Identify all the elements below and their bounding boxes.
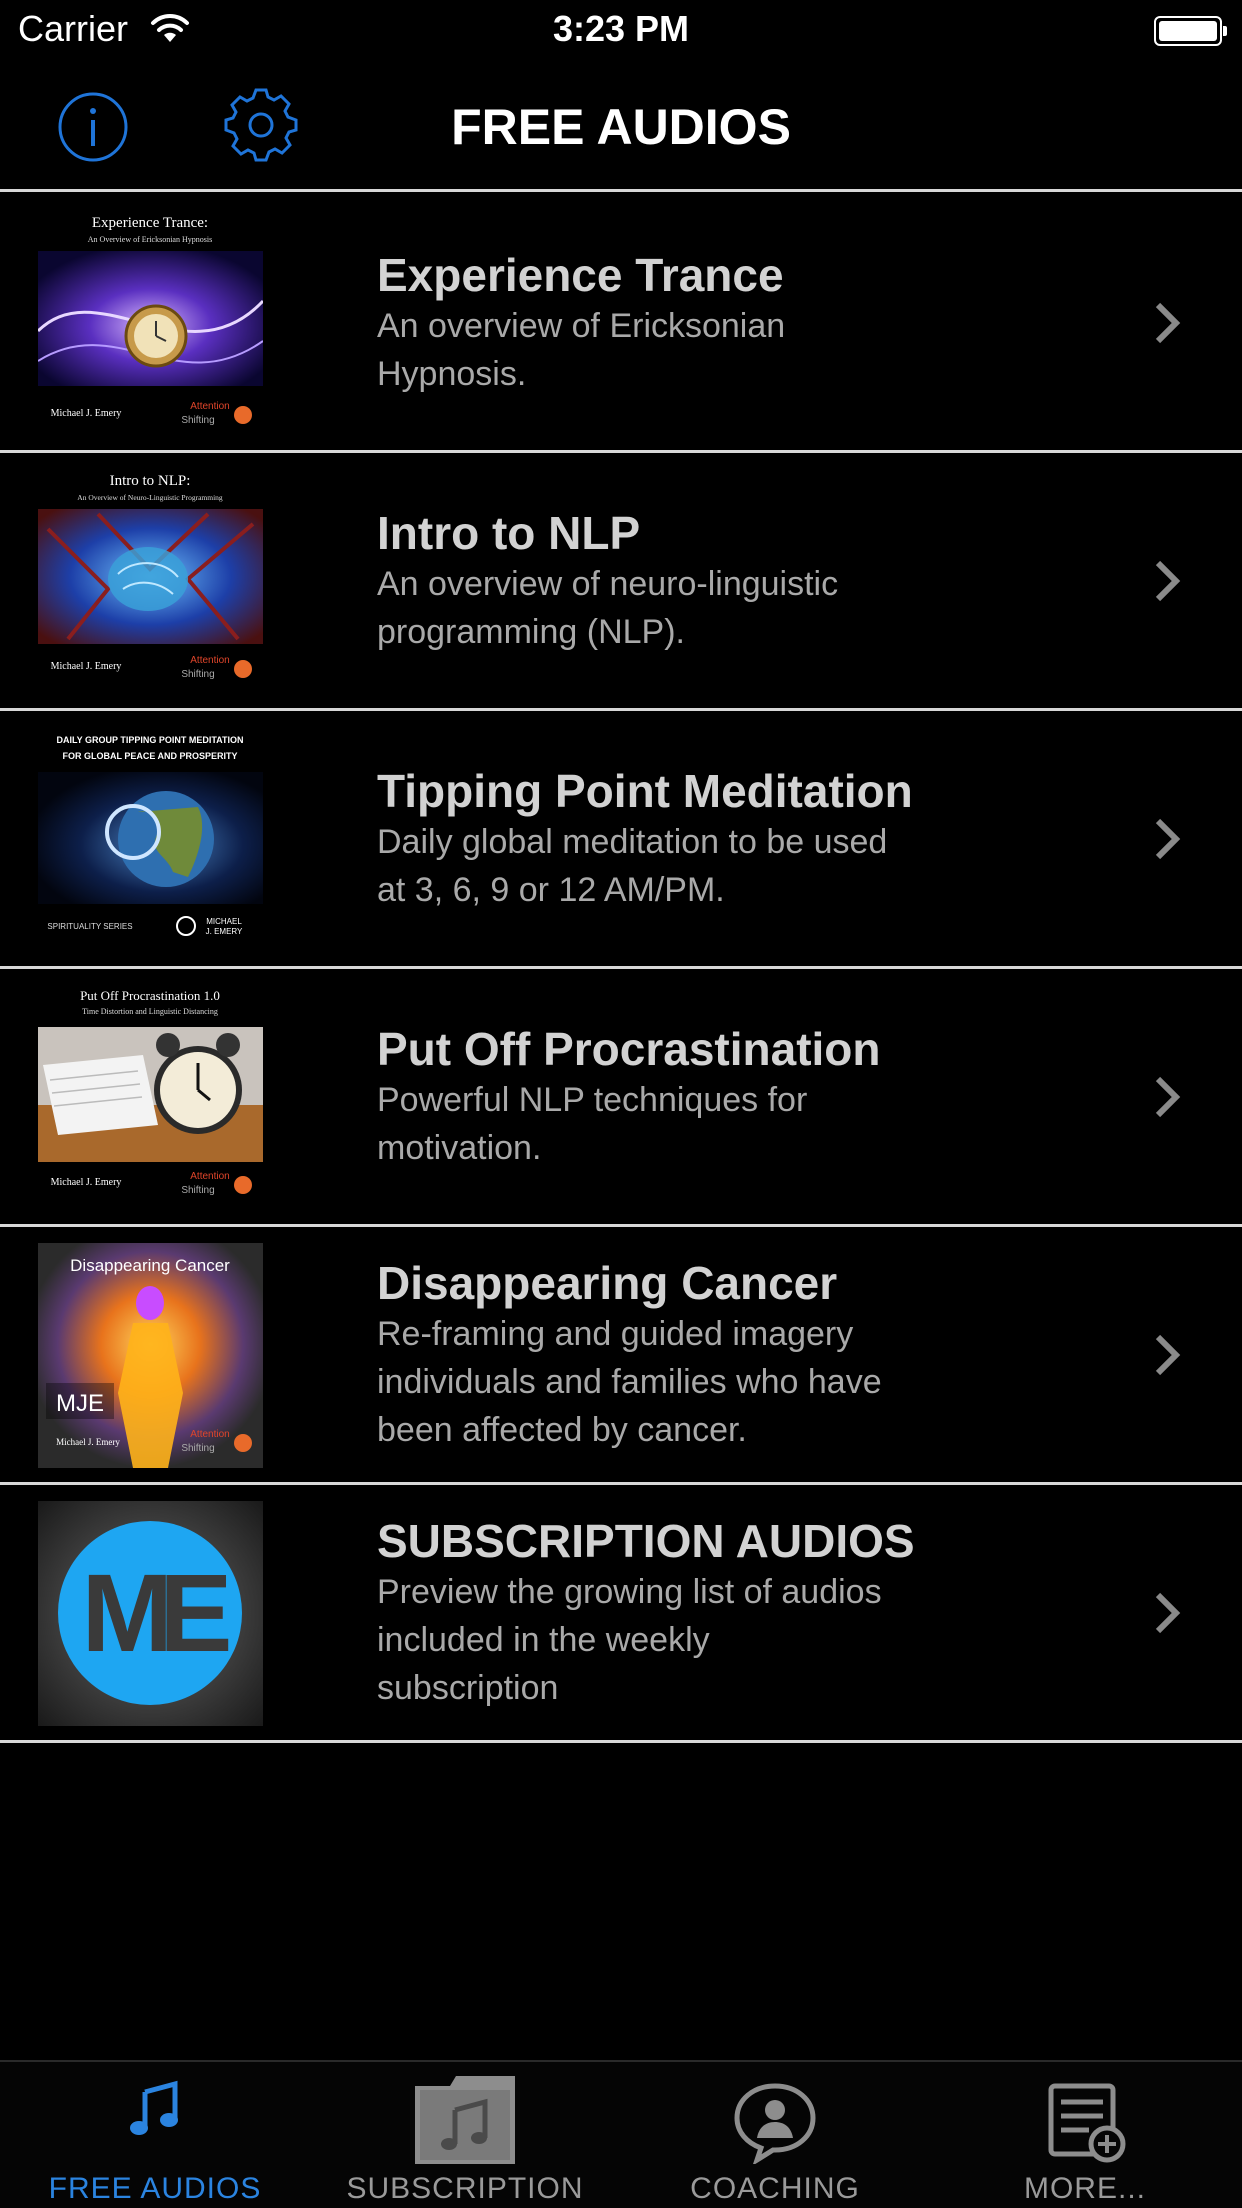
cover-heading: Put Off Procrastination 1.0	[80, 988, 220, 1003]
cover-subheading: MJE	[56, 1390, 104, 1417]
status-bar: Carrier 3:23 PM	[0, 0, 1242, 60]
logo-text: ME	[82, 1552, 230, 1675]
list-item[interactable]: ME SUBSCRIPTION AUDIOS Preview the growi…	[0, 1485, 1242, 1743]
row-title: Intro to NLP	[377, 506, 641, 559]
list-add-icon	[1048, 2083, 1126, 2163]
cover-subheading: An Overview of Neuro-Linguistic Programm…	[77, 493, 223, 502]
row-subtitle-line: Daily global meditation to be used	[377, 822, 888, 861]
list-item[interactable]: Intro to NLP: An Overview of Neuro-Lingu…	[0, 453, 1242, 711]
row-text: SUBSCRIPTION AUDIOS Preview the growing …	[377, 1485, 977, 1740]
row-text: Intro to NLP An overview of neuro-lingui…	[377, 453, 977, 708]
list-item[interactable]: Experience Trance: An Overview of Ericks…	[0, 195, 1242, 453]
row-subtitle-line: An overview of neuro-linguistic	[377, 564, 839, 603]
cover-author: Michael J. Emery	[51, 1177, 122, 1188]
cover-brand-bottom: Shifting	[181, 1185, 214, 1196]
cover-author: Michael J. Emery	[51, 408, 122, 419]
cover-author: SPIRITUALITY SERIES	[47, 922, 132, 931]
cover-subheading: Time Distortion and Linguistic Distancin…	[82, 1007, 218, 1016]
audio-list: Experience Trance: An Overview of Ericks…	[0, 195, 1242, 1743]
list-item[interactable]: Disappearing Cancer MJE Michael J. Emery…	[0, 1227, 1242, 1485]
chevron-right-icon	[1155, 560, 1181, 602]
cover-brand-top: Attention	[190, 655, 229, 666]
chevron-right-icon	[1155, 302, 1181, 344]
row-subtitle-line: Powerful NLP techniques for	[377, 1080, 808, 1119]
list-item[interactable]: DAILY GROUP TIPPING POINT MEDITATION FOR…	[0, 711, 1242, 969]
row-subtitle-line: Preview the growing list of audios	[377, 1572, 882, 1611]
cover-image: Experience Trance: An Overview of Ericks…	[38, 211, 263, 436]
row-title: Tipping Point Meditation	[377, 764, 913, 817]
cover-heading: Intro to NLP:	[110, 473, 191, 489]
row-text: Experience Trance An overview of Erickso…	[377, 195, 977, 450]
tab-label: COACHING	[690, 2172, 860, 2205]
cover-subheading: An Overview of Ericksonian Hypnosis	[88, 235, 212, 244]
cover-heading: Experience Trance:	[92, 215, 208, 231]
tab-coaching[interactable]: COACHING	[620, 2062, 930, 2208]
row-subtitle-line: subscription	[377, 1668, 559, 1707]
list-item[interactable]: Put Off Procrastination 1.0 Time Distort…	[0, 969, 1242, 1227]
music-note-icon	[130, 2080, 178, 2135]
row-title: Put Off Procrastination	[377, 1022, 881, 1075]
row-subtitle-line: been affected by cancer.	[377, 1410, 747, 1449]
row-text: Disappearing Cancer Re-framing and guide…	[377, 1227, 977, 1482]
cover-image: Put Off Procrastination 1.0 Time Distort…	[38, 985, 263, 1210]
row-title: Disappearing Cancer	[377, 1256, 838, 1309]
row-subtitle-line: An overview of Ericksonian	[377, 306, 786, 345]
tab-subscription[interactable]: SUBSCRIPTION	[310, 2062, 620, 2208]
cover-heading: Disappearing Cancer	[70, 1256, 230, 1275]
cover-image: Intro to NLP: An Overview of Neuro-Lingu…	[38, 469, 263, 694]
tab-label: FREE AUDIOS	[48, 2172, 262, 2205]
cover-image: Disappearing Cancer MJE Michael J. Emery…	[38, 1243, 263, 1468]
row-text: Put Off Procrastination Powerful NLP tec…	[377, 969, 977, 1224]
tab-label: MORE...	[1023, 2172, 1146, 2205]
row-subtitle-line: Re-framing and guided imagery	[377, 1314, 854, 1353]
row-subtitle-line: at 3, 6, 9 or 12 AM/PM.	[377, 870, 725, 909]
tab-more[interactable]: MORE...	[930, 2062, 1240, 2208]
music-folder-icon	[415, 2076, 515, 2164]
tab-free-audios[interactable]: FREE AUDIOS	[0, 2062, 310, 2208]
row-subtitle-line: motivation.	[377, 1128, 542, 1167]
cover-brand-bottom: Shifting	[181, 415, 214, 426]
row-subtitle-line: included in the weekly	[377, 1620, 710, 1659]
cover-heading: DAILY GROUP TIPPING POINT MEDITATION	[56, 735, 243, 745]
row-subtitle-line: programming (NLP).	[377, 612, 685, 651]
chevron-right-icon	[1155, 1592, 1181, 1634]
cover-image: ME	[38, 1501, 263, 1726]
row-text: Tipping Point Meditation Daily global me…	[377, 711, 977, 966]
cover-image: DAILY GROUP TIPPING POINT MEDITATION FOR…	[38, 727, 263, 952]
cover-brand-top: Attention	[190, 1171, 229, 1182]
cover-author: Michael J. Emery	[51, 661, 122, 672]
chevron-right-icon	[1155, 1334, 1181, 1376]
chevron-right-icon	[1155, 818, 1181, 860]
row-title: SUBSCRIPTION AUDIOS	[377, 1514, 915, 1567]
cover-brand-top: Attention	[190, 1429, 229, 1440]
battery-icon	[1154, 16, 1227, 46]
row-subtitle-line: individuals and families who have	[377, 1362, 882, 1401]
person-chat-icon	[734, 2083, 816, 2164]
cover-subheading: FOR GLOBAL PEACE AND PROSPERITY	[62, 751, 237, 761]
row-subtitle-line: Hypnosis.	[377, 354, 527, 393]
status-time: 3:23 PM	[552, 8, 690, 49]
cover-brand-bottom: Shifting	[181, 669, 214, 680]
page-title: FREE AUDIOS	[451, 99, 791, 155]
cover-brand-top: MICHAEL	[206, 917, 242, 926]
tab-bar: FREE AUDIOS SUBSCRIPTION COACHING MORE..…	[0, 2060, 1242, 2208]
cover-brand-top: Attention	[190, 401, 229, 412]
cover-brand-bottom: J. EMERY	[206, 927, 243, 936]
cover-author: Michael J. Emery	[56, 1437, 120, 1447]
chevron-right-icon	[1155, 1076, 1181, 1118]
navigation-bar: FREE AUDIOS	[0, 60, 1242, 192]
cover-brand-bottom: Shifting	[181, 1443, 214, 1454]
row-title: Experience Trance	[377, 248, 784, 301]
tab-label: SUBSCRIPTION	[346, 2172, 584, 2205]
